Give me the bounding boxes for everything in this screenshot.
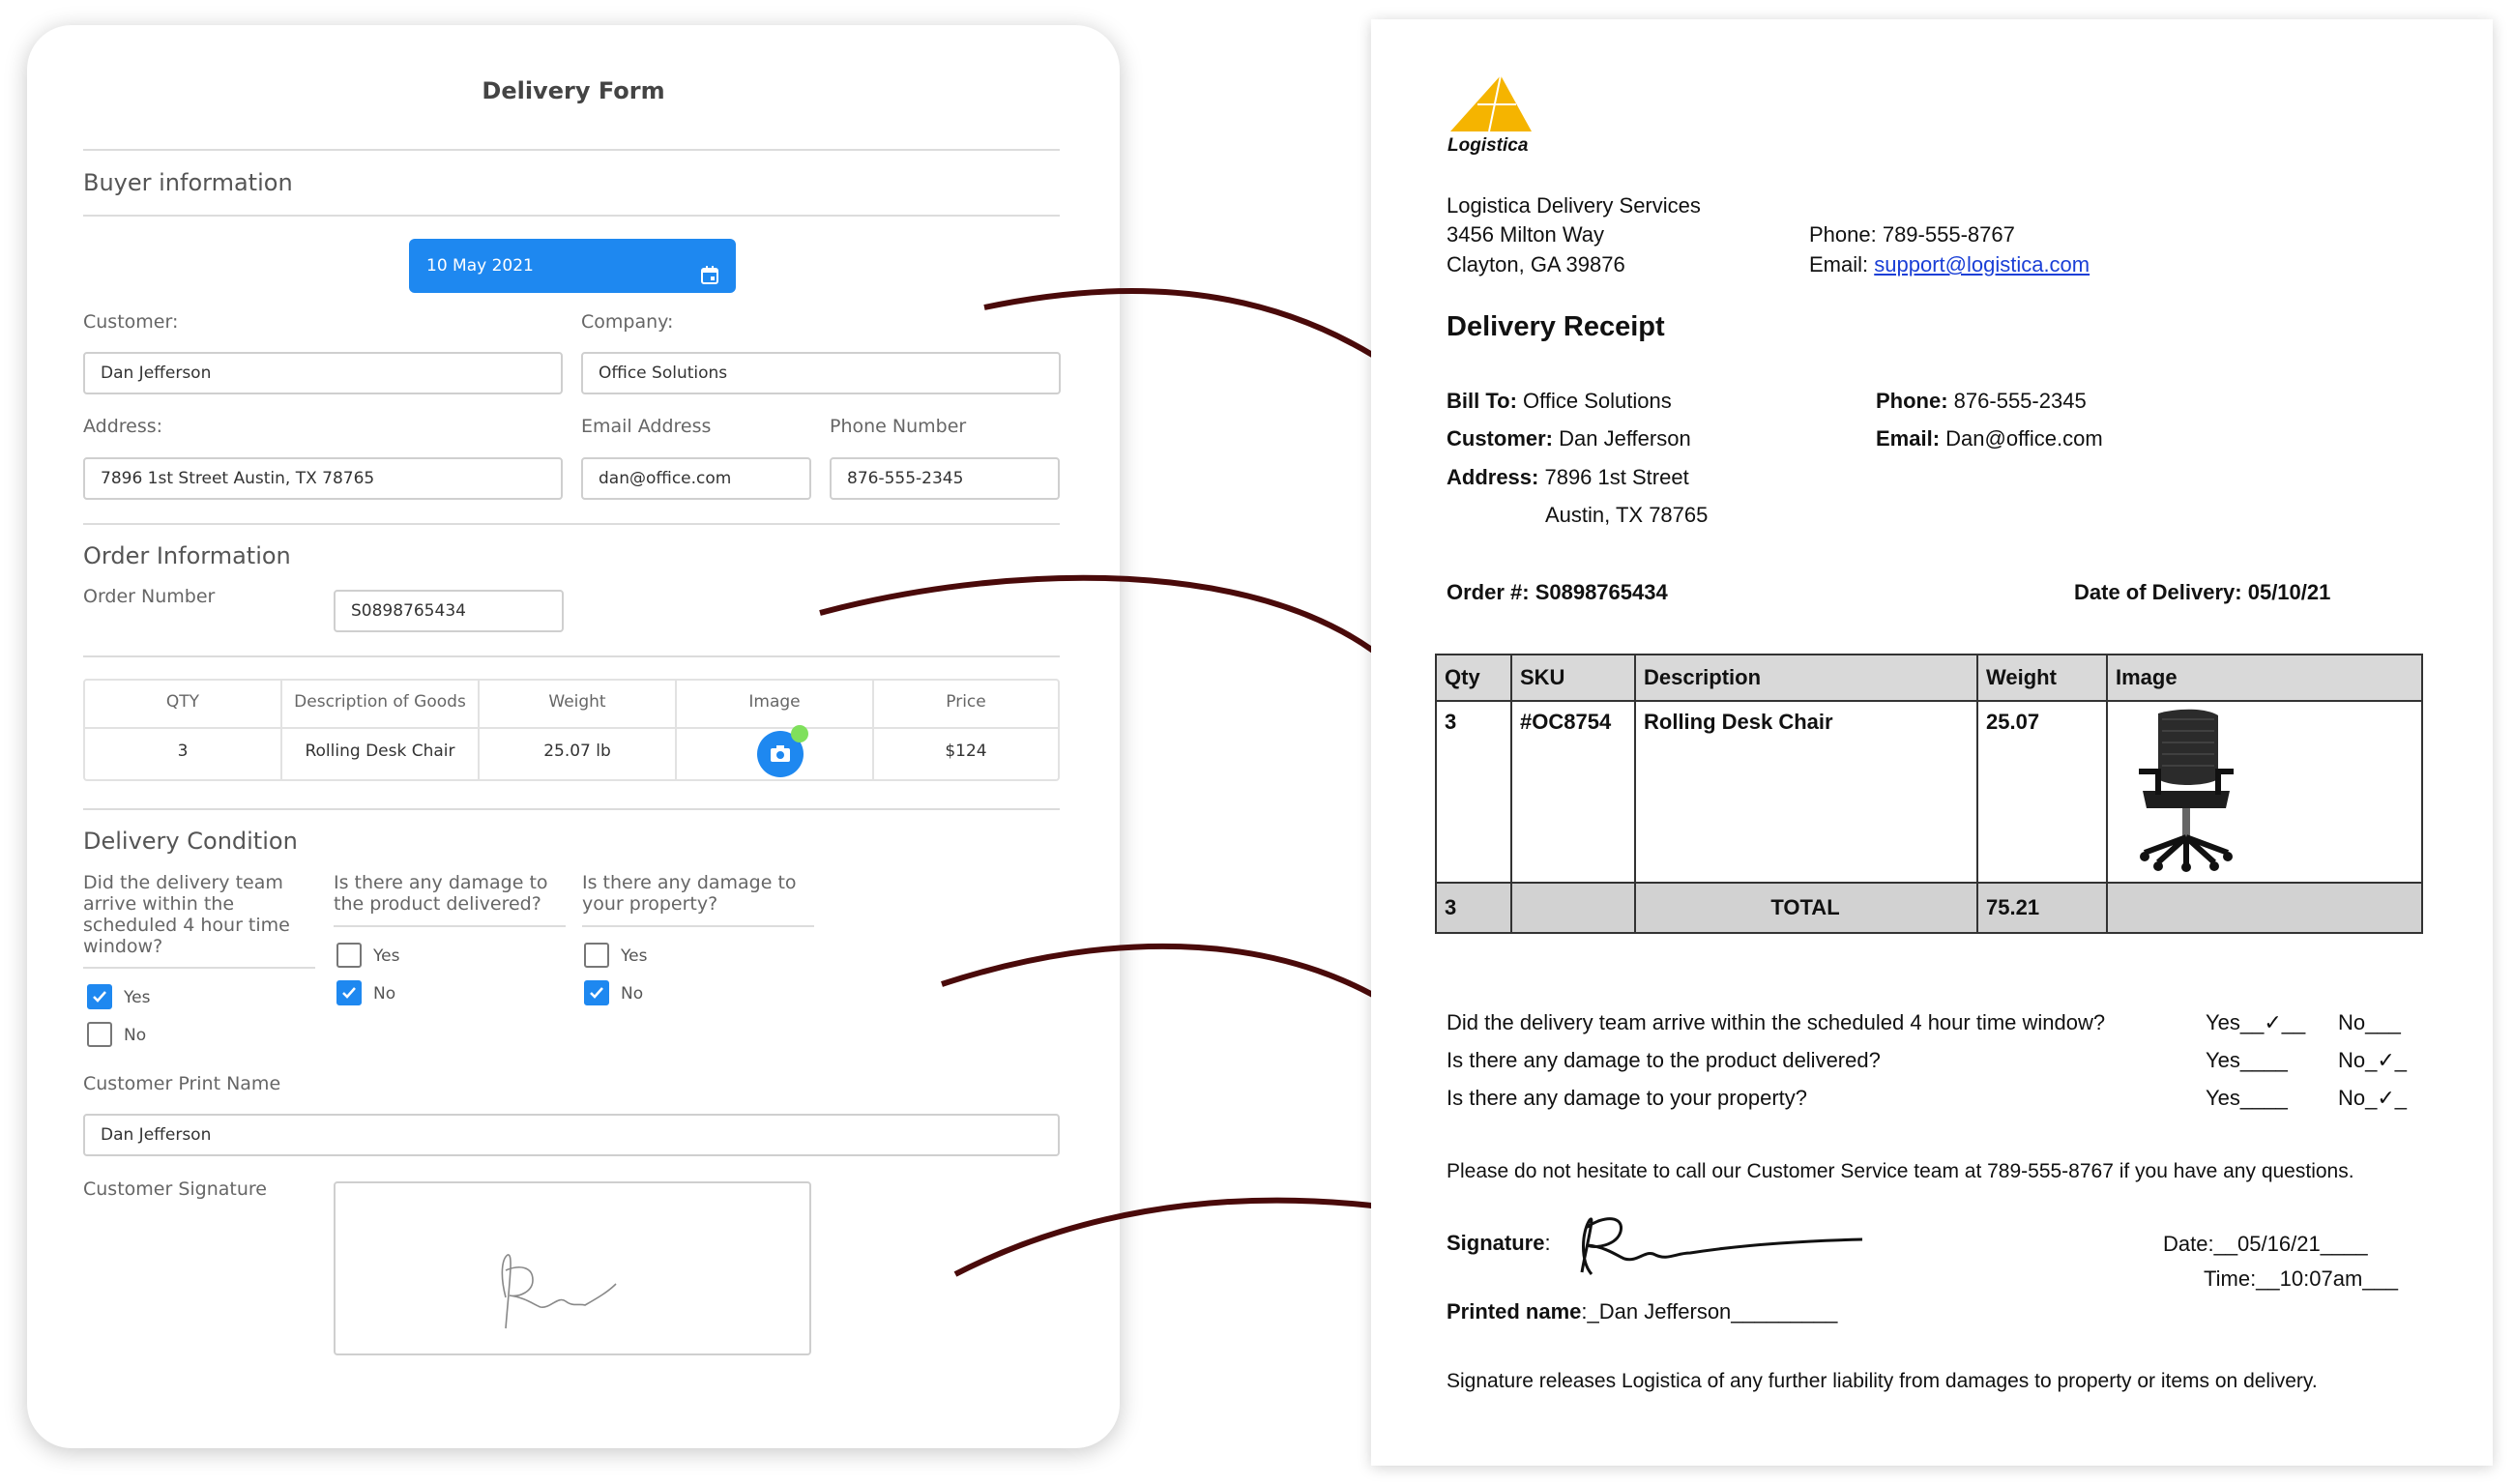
company-street: 3456 Milton Way [1447, 222, 1605, 247]
signature-image [1580, 1217, 1863, 1275]
contact-note: Please do not hesitate to call our Custo… [1447, 1160, 2354, 1182]
address-label: Address: [1447, 465, 1539, 489]
bill-to-value: Office Solutions [1516, 389, 1672, 413]
logo-text: Logistica [1447, 135, 1529, 156]
company-city: Clayton, GA 39876 [1447, 252, 1625, 276]
receipt-email: Email: Dan@office.com [1876, 426, 2103, 451]
logo-icon [1450, 74, 1532, 132]
receipt-table: Qty SKU Description Weight Image 3 #OC87… [1435, 654, 2423, 934]
address-line-1: 7896 1st Street [1538, 465, 1689, 489]
company-email: Email: support@logistica.com [1809, 252, 2090, 277]
receipt-header-weight: Weight [1986, 665, 2057, 689]
receipt-q2-yes: Yes____ [2206, 1048, 2288, 1072]
receipt-cell-weight: 25.07 [1986, 710, 2040, 734]
logistica-logo [1447, 73, 1539, 143]
receipt-question-2: Is there any damage to the product deliv… [1447, 1048, 1881, 1072]
email-value: Dan@office.com [1940, 426, 2103, 451]
receipt-time-line: Time:__10:07am___ [2204, 1266, 2398, 1291]
receipt-cell-description: Rolling Desk Chair [1644, 710, 1833, 734]
company-email-label: Email: [1809, 252, 1875, 276]
phone-value: 876-555-2345 [1947, 389, 2087, 413]
table-border [1435, 654, 2423, 934]
signature-label-text: Signature [1447, 1231, 1545, 1255]
delivery-date: Date of Delivery: 05/10/21 [2074, 580, 2331, 604]
receipt-signature-label: Signature: [1447, 1231, 1551, 1256]
receipt-header-description: Description [1644, 665, 1762, 689]
phone-label: Phone: [1876, 389, 1948, 413]
receipt-title: Delivery Receipt [1447, 311, 1665, 342]
table-divider [2106, 654, 2108, 934]
printed-name-label: Printed name [1447, 1299, 1582, 1324]
company-phone: Phone: 789-555-8767 [1809, 222, 2015, 247]
company-email-link[interactable]: support@logistica.com [1874, 252, 2090, 276]
receipt-cell-sku: #OC8754 [1520, 710, 1612, 734]
table-divider [1435, 700, 2423, 702]
receipt-total-qty: 3 [1445, 895, 1457, 919]
receipt-customer: Customer: Dan Jefferson [1447, 426, 1691, 451]
receipt-header-qty: Qty [1445, 665, 1480, 689]
receipt-cell-qty: 3 [1445, 710, 1457, 734]
bill-to-label: Bill To: [1447, 389, 1517, 413]
customer-label: Customer: [1447, 426, 1554, 451]
receipt-printed-name: Printed name:_Dan Jefferson_________ [1447, 1299, 1837, 1324]
customer-value: Dan Jefferson [1553, 426, 1691, 451]
table-divider [1510, 654, 1512, 934]
receipt-q3-yes: Yes____ [2206, 1086, 2288, 1110]
receipt-q1-yes: Yes__✓__ [2206, 1010, 2306, 1034]
table-divider [1435, 882, 2423, 884]
table-divider [1634, 654, 1636, 934]
receipt-total-label: TOTAL [1770, 895, 1840, 919]
receipt-question-3: Is there any damage to your property? [1447, 1086, 1807, 1110]
signature-colon: : [1544, 1231, 1551, 1255]
receipt-date-line: Date:__05/16/21____ [2163, 1232, 2368, 1256]
receipt-header-sku: SKU [1520, 665, 1565, 689]
receipt-address: Address: 7896 1st Street [1447, 465, 1689, 490]
table-divider [1976, 654, 1978, 934]
receipt-phone: Phone: 876-555-2345 [1876, 389, 2087, 414]
receipt-q1-no: No___ [2338, 1010, 2401, 1034]
receipt-header-image: Image [2116, 665, 2178, 689]
receipt-total-weight: 75.21 [1986, 895, 2040, 919]
receipt-q3-no: No_✓_ [2338, 1086, 2408, 1110]
liability-note: Signature releases Logistica of any furt… [1447, 1370, 2318, 1392]
address-line-2: Austin, TX 78765 [1545, 503, 1709, 527]
office-chair-icon [2139, 709, 2234, 872]
receipt-question-1: Did the delivery team arrive within the … [1447, 1010, 2106, 1034]
bill-to: Bill To: Office Solutions [1447, 389, 1672, 414]
company-name: Logistica Delivery Services [1447, 193, 1701, 218]
email-label: Email: [1876, 426, 1941, 451]
handwritten-signature [1563, 1203, 1872, 1284]
printed-name-value: :_Dan Jefferson_________ [1581, 1299, 1838, 1324]
chair-image [2129, 708, 2243, 876]
order-number: Order #: S0898765434 [1447, 580, 1668, 604]
receipt-q2-no: No_✓_ [2338, 1048, 2408, 1072]
